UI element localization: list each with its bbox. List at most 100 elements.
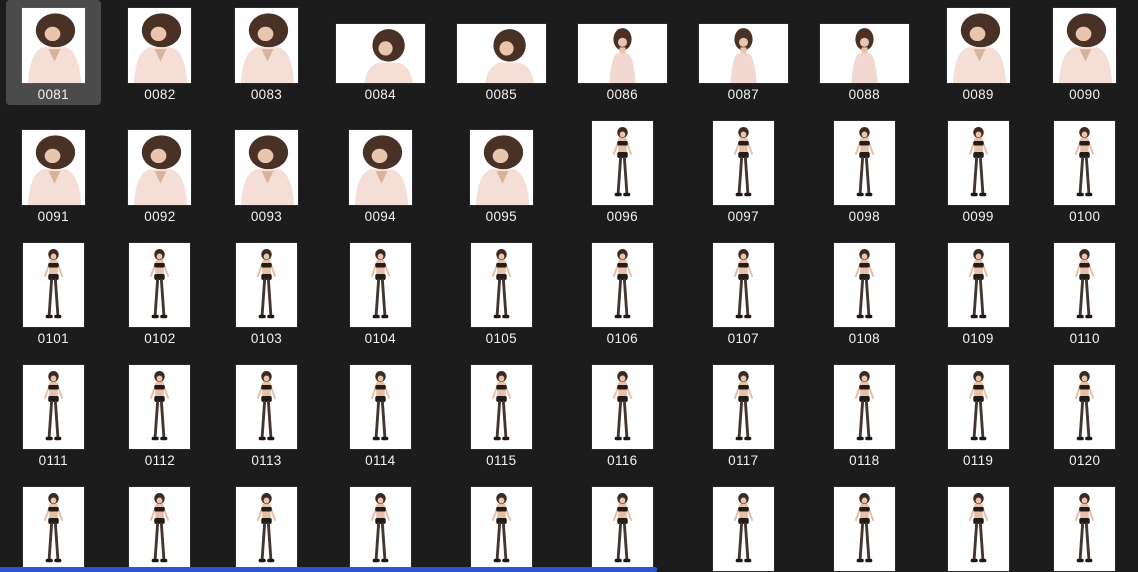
thumbnail-tile[interactable]: 0105	[455, 235, 548, 349]
photo-thumbnail[interactable]	[591, 243, 653, 327]
photo-thumbnail[interactable]	[22, 365, 84, 449]
photo-thumbnail[interactable]	[819, 24, 909, 83]
photo-thumbnail[interactable]	[712, 365, 774, 449]
photo-thumbnail[interactable]	[833, 121, 895, 205]
thumbnail-tile[interactable]: 0120	[1038, 357, 1131, 471]
photo-thumbnail[interactable]	[947, 365, 1009, 449]
thumbnail-tile[interactable]: 0083	[219, 0, 314, 105]
photo-thumbnail[interactable]	[21, 8, 85, 83]
thumbnail-tile[interactable]: 0087	[683, 16, 804, 105]
thumbnail-tile[interactable]: 0112	[113, 357, 206, 471]
photo-thumbnail[interactable]	[335, 24, 425, 83]
thumbnail-tile[interactable]: 0086	[562, 16, 683, 105]
thumbnail-tile[interactable]: 0099	[932, 113, 1025, 227]
photo-thumbnail[interactable]	[22, 487, 84, 571]
photo-thumbnail[interactable]	[129, 487, 191, 571]
photo-thumbnail[interactable]	[1054, 365, 1116, 449]
photo-thumbnail[interactable]	[833, 243, 895, 327]
photo-thumbnail[interactable]	[456, 24, 546, 83]
thumbnail-tile[interactable]: 0100	[1038, 113, 1131, 227]
thumbnail-tile[interactable]: 0114	[334, 357, 427, 471]
photo-thumbnail[interactable]	[712, 243, 774, 327]
thumbnail-tile[interactable]: 0084	[320, 16, 441, 105]
thumbnail-tile[interactable]: 0094	[333, 122, 428, 227]
photo-thumbnail[interactable]	[833, 365, 895, 449]
photo-thumbnail[interactable]	[348, 130, 412, 205]
photo-thumbnail[interactable]	[235, 365, 297, 449]
thumbnail-tile[interactable]: 0124	[334, 479, 427, 572]
thumbnail-tile[interactable]: 0082	[112, 0, 207, 105]
photo-thumbnail[interactable]	[235, 243, 297, 327]
photo-thumbnail[interactable]	[591, 365, 653, 449]
photo-thumbnail[interactable]	[947, 243, 1009, 327]
photo-thumbnail[interactable]	[129, 243, 191, 327]
thumbnail-tile[interactable]: 0122	[113, 479, 206, 572]
thumbnail-tile[interactable]: 0123	[220, 479, 313, 572]
photo-thumbnail[interactable]	[349, 365, 411, 449]
photo-thumbnail[interactable]	[349, 487, 411, 571]
thumbnail-tile[interactable]: 0098	[818, 113, 911, 227]
thumbnail-tile[interactable]: 0081	[5, 0, 101, 105]
thumbnail-tile[interactable]: 0101	[7, 235, 100, 349]
thumbnail-tile[interactable]: 0113	[220, 357, 313, 471]
photo-thumbnail[interactable]	[21, 130, 85, 205]
thumbnail-tile[interactable]: 0116	[576, 357, 669, 471]
photo-thumbnail[interactable]	[22, 243, 84, 327]
thumbnail-tile[interactable]: 0127	[697, 479, 790, 572]
photo-thumbnail[interactable]	[591, 121, 653, 205]
thumbnail-tile[interactable]: 0095	[454, 122, 549, 227]
thumbnail-tile[interactable]: 0115	[455, 357, 548, 471]
thumbnail-tile[interactable]: 0089	[931, 0, 1026, 105]
photo-thumbnail[interactable]	[349, 243, 411, 327]
photo-thumbnail[interactable]	[698, 24, 788, 83]
photo-thumbnail[interactable]	[470, 365, 532, 449]
photo-thumbnail[interactable]	[712, 121, 774, 205]
photo-thumbnail[interactable]	[947, 121, 1009, 205]
thumbnail-tile[interactable]: 0104	[334, 235, 427, 349]
thumbnail-tile[interactable]: 0102	[113, 235, 206, 349]
thumbnail-tile[interactable]: 0085	[441, 16, 562, 105]
photo-thumbnail[interactable]	[470, 487, 532, 571]
photo-thumbnail[interactable]	[1054, 121, 1116, 205]
thumbnail-tile[interactable]: 0125	[455, 479, 548, 572]
thumbnail-tile[interactable]: 0106	[576, 235, 669, 349]
photo-thumbnail[interactable]	[712, 487, 774, 571]
photo-thumbnail[interactable]	[234, 8, 298, 83]
thumbnail-tile[interactable]: 0091	[6, 122, 101, 227]
photo-thumbnail[interactable]	[470, 243, 532, 327]
photo-thumbnail[interactable]	[129, 365, 191, 449]
thumbnail-tile[interactable]: 0111	[7, 357, 100, 471]
thumbnail-tile[interactable]: 0093	[219, 122, 314, 227]
thumbnail-tile[interactable]: 0118	[818, 357, 911, 471]
photo-thumbnail[interactable]	[128, 130, 192, 205]
thumbnail-tile[interactable]: 0107	[697, 235, 790, 349]
thumbnail-tile[interactable]: 0096	[576, 113, 669, 227]
thumbnail-tile[interactable]: 0108	[818, 235, 911, 349]
thumbnail-tile[interactable]: 0109	[932, 235, 1025, 349]
thumbnail-tile[interactable]: 0121	[7, 479, 100, 572]
thumbnail-tile[interactable]: 0097	[697, 113, 790, 227]
thumbnail-tile[interactable]: 0092	[112, 122, 207, 227]
photo-thumbnail[interactable]	[577, 24, 667, 83]
thumbnail-tile[interactable]: 0110	[1038, 235, 1131, 349]
thumbnail-tile[interactable]: 0103	[220, 235, 313, 349]
photo-thumbnail[interactable]	[234, 130, 298, 205]
thumbnail-tile[interactable]: 0130	[1038, 479, 1131, 572]
thumbnail-tile[interactable]: 0088	[804, 16, 925, 105]
photo-thumbnail[interactable]	[833, 487, 895, 571]
photo-thumbnail[interactable]	[947, 487, 1009, 571]
thumbnail-tile[interactable]: 0128	[818, 479, 911, 572]
thumbnail-tile[interactable]: 0126	[576, 479, 669, 572]
photo-thumbnail[interactable]	[235, 487, 297, 571]
thumbnail-tile[interactable]: 0117	[697, 357, 790, 471]
thumbnail-tile[interactable]: 0129	[932, 479, 1025, 572]
photo-thumbnail[interactable]	[128, 8, 192, 83]
horizontal-scrollbar-thumb[interactable]	[0, 567, 657, 572]
photo-thumbnail[interactable]	[1054, 487, 1116, 571]
thumbnail-tile[interactable]: 0090	[1037, 0, 1132, 105]
photo-thumbnail[interactable]	[1054, 243, 1116, 327]
photo-thumbnail[interactable]	[469, 130, 533, 205]
photo-thumbnail[interactable]	[591, 487, 653, 571]
photo-thumbnail[interactable]	[1053, 8, 1117, 83]
photo-thumbnail[interactable]	[946, 8, 1010, 83]
